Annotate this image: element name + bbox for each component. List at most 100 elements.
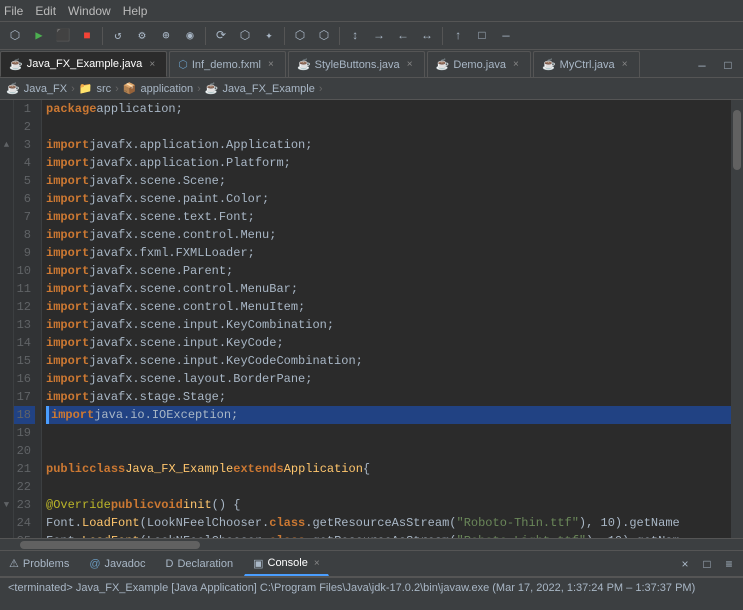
breadcrumb-item-0[interactable]: Java_FX — [24, 83, 67, 95]
javadoc-icon: @ — [89, 558, 100, 570]
bottom-minimize-btn[interactable]: □ — [697, 554, 717, 574]
bottom-menu-btn[interactable]: ≡ — [719, 554, 739, 574]
toolbar-sep-4 — [339, 27, 340, 45]
tab-label-2: StyleButtons.java — [315, 59, 400, 71]
toolbar-maximize[interactable]: □ — [471, 25, 493, 47]
fold-cell-9 — [0, 244, 13, 262]
code-line-21[interactable]: public class Java_FX_Example extends App… — [46, 460, 731, 478]
toolbar-horiz[interactable]: ↔ — [416, 25, 438, 47]
code-line-20[interactable] — [46, 442, 731, 460]
toolbar-minimize[interactable]: — — [495, 25, 517, 47]
tab-label-1: Inf_demo.fxml — [192, 59, 261, 71]
code-line-1[interactable]: package application; — [46, 100, 731, 118]
bottom-tab-console[interactable]: ▣ Console × — [244, 552, 329, 576]
menu-edit[interactable]: Edit — [35, 4, 56, 18]
scrollbar-horizontal[interactable] — [0, 538, 743, 550]
code-line-25[interactable]: Font.LoadFont(LookNFeelChooser.class.get… — [46, 532, 731, 538]
tab-close-0[interactable]: × — [146, 58, 158, 70]
fold-cell-3[interactable]: ▲ — [0, 136, 13, 154]
editor-minimize-btn[interactable]: — — [691, 55, 713, 77]
code-line-8[interactable]: import javafx.scene.control.Menu; — [46, 226, 731, 244]
menu-window[interactable]: Window — [68, 4, 111, 18]
toolbar-debug[interactable]: ⬛ — [52, 25, 74, 47]
fold-cell-13 — [0, 316, 13, 334]
fold-cell-5 — [0, 172, 13, 190]
toolbar-btn-6[interactable]: ⬡ — [313, 25, 335, 47]
crumb-icon-2: 📦 — [123, 82, 137, 95]
line-num-22: 22 — [14, 478, 35, 496]
toolbar: ⬡ ▶ ⬛ ■ ↺ ⚙ ⊕ ◉ ⟳ ⬡ ✦ ⬡ ⬡ ↕ → ← ↔ ↑ □ — — [0, 22, 743, 50]
tab-style-buttons[interactable]: ☕ StyleButtons.java × — [288, 51, 425, 77]
line-num-13: 13 — [14, 316, 35, 334]
fold-cell-18 — [0, 406, 13, 424]
line-num-11: 11 — [14, 280, 35, 298]
toolbar-run[interactable]: ▶ — [28, 25, 50, 47]
code-line-2[interactable] — [46, 118, 731, 136]
breadcrumb-item-3[interactable]: Java_FX_Example — [223, 83, 315, 95]
code-line-22[interactable] — [46, 478, 731, 496]
code-line-17[interactable]: import javafx.stage.Stage; — [46, 388, 731, 406]
toolbar-btn-2[interactable]: ⟳ — [210, 25, 232, 47]
line-num-14: 14 — [14, 334, 35, 352]
tab-myctrl[interactable]: ☕ MyCtrl.java × — [533, 51, 640, 77]
toolbar-btn-4[interactable]: ✦ — [258, 25, 280, 47]
toolbar-arrows[interactable]: ↕ — [344, 25, 366, 47]
toolbar-add[interactable]: ⊕ — [155, 25, 177, 47]
code-line-13[interactable]: import javafx.scene.input.KeyCombination… — [46, 316, 731, 334]
tab-demo[interactable]: ☕ Demo.java × — [427, 51, 531, 77]
tab-inf-demo[interactable]: ⬡ Inf_demo.fxml × — [169, 51, 286, 77]
code-line-11[interactable]: import javafx.scene.control.MenuBar; — [46, 280, 731, 298]
console-icon: ▣ — [253, 557, 263, 570]
code-line-19[interactable] — [46, 424, 731, 442]
toolbar-left[interactable]: ← — [392, 25, 414, 47]
scrollbar-thumb[interactable] — [733, 110, 741, 170]
tab-java-fx-example[interactable]: ☕ Java_FX_Example.java × — [0, 51, 167, 77]
breadcrumb-sep-1: › — [115, 83, 119, 95]
menu-file[interactable]: File — [4, 4, 23, 18]
bottom-tab-problems[interactable]: ⚠ Problems — [0, 552, 78, 576]
toolbar-sep-1 — [102, 27, 103, 45]
code-line-9[interactable]: import javafx.fxml.FXMLLoader; — [46, 244, 731, 262]
fold-cell-22 — [0, 478, 13, 496]
code-line-3[interactable]: import javafx.application.Application; — [46, 136, 731, 154]
code-line-12[interactable]: import javafx.scene.control.MenuItem; — [46, 298, 731, 316]
toolbar-settings[interactable]: ⚙ — [131, 25, 153, 47]
code-line-24[interactable]: Font.LoadFont(LookNFeelChooser.class.get… — [46, 514, 731, 532]
toolbar-stop[interactable]: ■ — [76, 25, 98, 47]
toolbar-right[interactable]: → — [368, 25, 390, 47]
toolbar-refresh[interactable]: ↺ — [107, 25, 129, 47]
toolbar-btn-1[interactable]: ⬡ — [4, 25, 26, 47]
console-close[interactable]: × — [314, 558, 320, 569]
tab-close-2[interactable]: × — [404, 59, 416, 71]
bottom-tab-declaration[interactable]: D Declaration — [157, 552, 243, 576]
breadcrumb-item-2[interactable]: application — [141, 83, 194, 95]
editor-maximize-btn[interactable]: □ — [717, 55, 739, 77]
code-line-15[interactable]: import javafx.scene.input.KeyCodeCombina… — [46, 352, 731, 370]
fold-cell-11 — [0, 280, 13, 298]
code-line-14[interactable]: import javafx.scene.input.KeyCode; — [46, 334, 731, 352]
toolbar-up[interactable]: ↑ — [447, 25, 469, 47]
tab-close-4[interactable]: × — [619, 59, 631, 71]
code-line-4[interactable]: import javafx.application.Platform; — [46, 154, 731, 172]
tab-close-3[interactable]: × — [510, 59, 522, 71]
code-area[interactable]: package application; import javafx.applic… — [42, 100, 731, 538]
fold-cell-23[interactable]: ▼ — [0, 496, 13, 514]
code-line-18[interactable]: import java.io.IOException; — [46, 406, 731, 424]
toolbar-btn-3[interactable]: ⬡ — [234, 25, 256, 47]
bottom-tab-javadoc[interactable]: @ Javadoc — [80, 552, 154, 576]
toolbar-btn-5[interactable]: ⬡ — [289, 25, 311, 47]
code-line-16[interactable]: import javafx.scene.layout.BorderPane; — [46, 370, 731, 388]
tab-close-1[interactable]: × — [265, 59, 277, 71]
line-num-6: 6 — [14, 190, 35, 208]
scrollbar-vertical[interactable] — [731, 100, 743, 538]
code-line-10[interactable]: import javafx.scene.Parent; — [46, 262, 731, 280]
breadcrumb-item-1[interactable]: src — [97, 83, 112, 95]
code-line-23[interactable]: @Override public void init() { — [46, 496, 731, 514]
code-line-6[interactable]: import javafx.scene.paint.Color; — [46, 190, 731, 208]
code-line-7[interactable]: import javafx.scene.text.Font; — [46, 208, 731, 226]
bottom-close-btn[interactable]: × — [675, 554, 695, 574]
code-line-5[interactable]: import javafx.scene.Scene; — [46, 172, 731, 190]
hscroll-thumb[interactable] — [20, 541, 200, 549]
menu-help[interactable]: Help — [123, 4, 148, 18]
toolbar-circle[interactable]: ◉ — [179, 25, 201, 47]
